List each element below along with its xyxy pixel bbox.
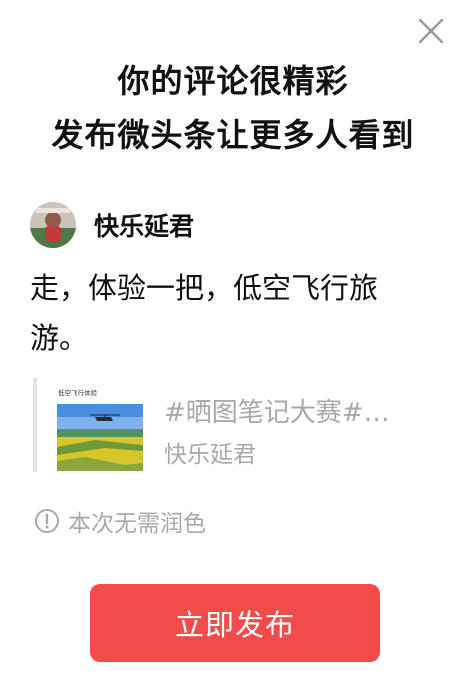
user-name: 快乐延君 bbox=[94, 212, 195, 241]
info-icon bbox=[35, 509, 59, 533]
polish-notice: 本次无需润色 bbox=[34, 504, 206, 538]
thumbnail-caption: 低空飞行体验 bbox=[58, 388, 98, 397]
quoted-post-thumbnail: 低空飞行体验 bbox=[55, 385, 145, 471]
quoted-post[interactable]: 低空飞行体验 #晒图笔记大赛#… 快乐延君 bbox=[33, 378, 437, 472]
comment-text: 走，体验一把，低空飞行旅游。 bbox=[30, 271, 379, 355]
dialog-title-line2: 发布微头条让更多人看到 bbox=[51, 116, 415, 154]
polish-notice-text: 本次无需润色 bbox=[68, 511, 206, 537]
dialog-title-line1: 你的评论很精彩 bbox=[117, 62, 349, 100]
dialog-title: 你的评论很精彩 发布微头条让更多人看到 bbox=[0, 54, 466, 162]
quoted-post-title: #晒图笔记大赛#… bbox=[164, 398, 390, 428]
user-row: 快乐延君 bbox=[30, 202, 194, 248]
publish-button[interactable]: 立即发布 bbox=[90, 584, 380, 662]
avatar bbox=[30, 202, 76, 248]
quoted-post-author: 快乐延君 bbox=[164, 442, 256, 468]
close-button[interactable] bbox=[414, 14, 448, 48]
close-icon bbox=[418, 18, 444, 44]
